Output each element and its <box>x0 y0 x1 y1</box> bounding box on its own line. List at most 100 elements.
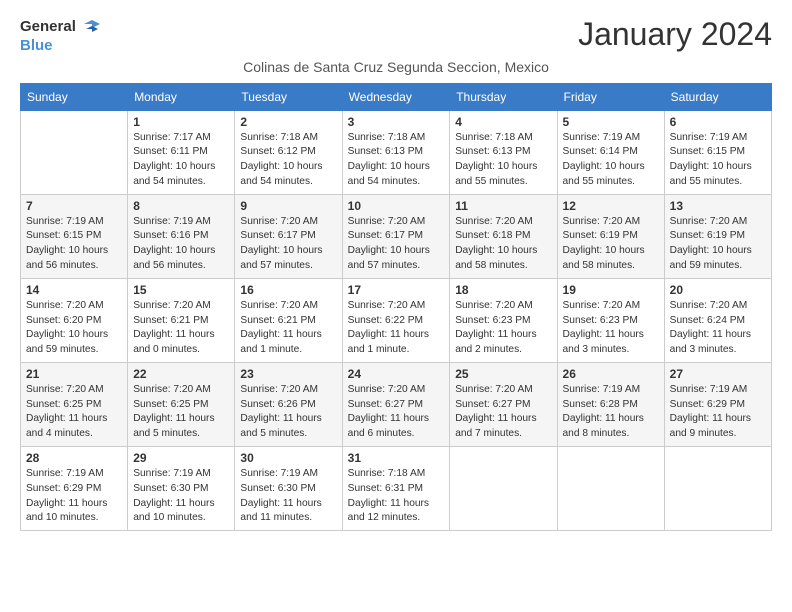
logo: General Blue <box>20 16 100 55</box>
day-number: 5 <box>563 115 659 129</box>
day-info: Sunrise: 7:19 AM Sunset: 6:15 PM Dayligh… <box>26 215 122 274</box>
col-header-tuesday: Tuesday <box>235 83 342 110</box>
day-number: 16 <box>240 283 336 297</box>
calendar-cell: 14 Sunrise: 7:20 AM Sunset: 6:20 PM Dayli… <box>21 278 128 362</box>
day-info: Sunrise: 7:17 AM Sunset: 6:11 PM Dayligh… <box>133 131 229 190</box>
calendar-cell: 11Sunrise: 7:20 AM Sunset: 6:18 PM Dayli… <box>450 194 557 278</box>
col-header-friday: Friday <box>557 83 664 110</box>
day-info: Sunrise: 7:19 AM Sunset: 6:29 PM Dayligh… <box>670 383 766 442</box>
day-number: 12 <box>563 199 659 213</box>
calendar-cell: 17 Sunrise: 7:20 AM Sunset: 6:22 PM Dayli… <box>342 278 450 362</box>
calendar-cell: 4 Sunrise: 7:18 AM Sunset: 6:13 PM Daylig… <box>450 110 557 194</box>
calendar-cell: 7 Sunrise: 7:19 AM Sunset: 6:15 PM Daylig… <box>21 194 128 278</box>
calendar-cell: 21 Sunrise: 7:20 AM Sunset: 6:25 PM Dayli… <box>21 362 128 446</box>
day-info: Sunrise: 7:20 AM Sunset: 6:27 PM Dayligh… <box>455 383 551 442</box>
day-number: 6 <box>670 115 766 129</box>
day-number: 20 <box>670 283 766 297</box>
calendar-cell: 28 Sunrise: 7:19 AM Sunset: 6:29 PM Dayli… <box>21 447 128 531</box>
day-number: 18 <box>455 283 551 297</box>
title-block: January 2024 <box>578 16 772 53</box>
day-info: Sunrise: 7:19 AM Sunset: 6:30 PM Dayligh… <box>240 467 336 526</box>
day-info: Sunrise: 7:19 AM Sunset: 6:14 PM Dayligh… <box>563 131 659 190</box>
week-row-3: 14 Sunrise: 7:20 AM Sunset: 6:20 PM Dayli… <box>21 278 772 362</box>
day-info: Sunrise: 7:18 AM Sunset: 6:13 PM Dayligh… <box>455 131 551 190</box>
week-row-1: 1 Sunrise: 7:17 AM Sunset: 6:11 PM Daylig… <box>21 110 772 194</box>
day-info: Sunrise: 7:20 AM Sunset: 6:25 PM Dayligh… <box>133 383 229 442</box>
day-number: 28 <box>26 451 122 465</box>
calendar-cell: 5 Sunrise: 7:19 AM Sunset: 6:14 PM Daylig… <box>557 110 664 194</box>
col-header-thursday: Thursday <box>450 83 557 110</box>
calendar-cell: 2 Sunrise: 7:18 AM Sunset: 6:12 PM Daylig… <box>235 110 342 194</box>
calendar-cell: 23 Sunrise: 7:20 AM Sunset: 6:26 PM Dayli… <box>235 362 342 446</box>
col-header-saturday: Saturday <box>664 83 771 110</box>
day-number: 10 <box>348 199 445 213</box>
day-info: Sunrise: 7:20 AM Sunset: 6:22 PM Dayligh… <box>348 299 445 358</box>
calendar-cell: 18 Sunrise: 7:20 AM Sunset: 6:23 PM Dayli… <box>450 278 557 362</box>
col-header-wednesday: Wednesday <box>342 83 450 110</box>
day-number: 26 <box>563 367 659 381</box>
day-number: 14 <box>26 283 122 297</box>
calendar-cell: 20Sunrise: 7:20 AM Sunset: 6:24 PM Dayli… <box>664 278 771 362</box>
day-number: 8 <box>133 199 229 213</box>
day-number: 13 <box>670 199 766 213</box>
day-info: Sunrise: 7:20 AM Sunset: 6:19 PM Dayligh… <box>563 215 659 274</box>
logo-general: General <box>20 19 76 36</box>
day-number: 23 <box>240 367 336 381</box>
subtitle: Colinas de Santa Cruz Segunda Seccion, M… <box>20 59 772 75</box>
calendar-table: SundayMondayTuesdayWednesdayThursdayFrid… <box>20 83 772 532</box>
day-info: Sunrise: 7:19 AM Sunset: 6:29 PM Dayligh… <box>26 467 122 526</box>
day-number: 22 <box>133 367 229 381</box>
calendar-cell: 19Sunrise: 7:20 AM Sunset: 6:23 PM Dayli… <box>557 278 664 362</box>
calendar-cell: 26 Sunrise: 7:19 AM Sunset: 6:28 PM Dayli… <box>557 362 664 446</box>
day-number: 4 <box>455 115 551 129</box>
day-info: Sunrise: 7:20 AM Sunset: 6:27 PM Dayligh… <box>348 383 445 442</box>
day-number: 30 <box>240 451 336 465</box>
calendar-cell: 13 Sunrise: 7:20 AM Sunset: 6:19 PM Dayli… <box>664 194 771 278</box>
week-row-4: 21 Sunrise: 7:20 AM Sunset: 6:25 PM Dayli… <box>21 362 772 446</box>
day-info: Sunrise: 7:20 AM Sunset: 6:23 PM Dayligh… <box>455 299 551 358</box>
day-info: Sunrise: 7:19 AM Sunset: 6:30 PM Dayligh… <box>133 467 229 526</box>
day-number: 19 <box>563 283 659 297</box>
calendar-cell: 27Sunrise: 7:19 AM Sunset: 6:29 PM Dayli… <box>664 362 771 446</box>
page-header: General Blue January 2024 <box>20 16 772 55</box>
week-row-5: 28 Sunrise: 7:19 AM Sunset: 6:29 PM Dayli… <box>21 447 772 531</box>
col-header-sunday: Sunday <box>21 83 128 110</box>
calendar-cell: 8 Sunrise: 7:19 AM Sunset: 6:16 PM Daylig… <box>128 194 235 278</box>
day-number: 29 <box>133 451 229 465</box>
calendar-cell <box>664 447 771 531</box>
calendar-cell: 3 Sunrise: 7:18 AM Sunset: 6:13 PM Daylig… <box>342 110 450 194</box>
day-info: Sunrise: 7:18 AM Sunset: 6:31 PM Dayligh… <box>348 467 445 526</box>
month-title: January 2024 <box>578 16 772 53</box>
day-info: Sunrise: 7:20 AM Sunset: 6:26 PM Dayligh… <box>240 383 336 442</box>
day-info: Sunrise: 7:20 AM Sunset: 6:25 PM Dayligh… <box>26 383 122 442</box>
day-number: 17 <box>348 283 445 297</box>
day-number: 1 <box>133 115 229 129</box>
calendar-cell: 12 Sunrise: 7:20 AM Sunset: 6:19 PM Dayli… <box>557 194 664 278</box>
day-number: 15 <box>133 283 229 297</box>
col-header-monday: Monday <box>128 83 235 110</box>
day-info: Sunrise: 7:20 AM Sunset: 6:21 PM Dayligh… <box>133 299 229 358</box>
day-number: 25 <box>455 367 551 381</box>
logo-bird-icon <box>78 16 100 38</box>
day-info: Sunrise: 7:18 AM Sunset: 6:12 PM Dayligh… <box>240 131 336 190</box>
day-info: Sunrise: 7:20 AM Sunset: 6:19 PM Dayligh… <box>670 215 766 274</box>
day-info: Sunrise: 7:19 AM Sunset: 6:16 PM Dayligh… <box>133 215 229 274</box>
day-info: Sunrise: 7:19 AM Sunset: 6:15 PM Dayligh… <box>670 131 766 190</box>
calendar-cell: 9Sunrise: 7:20 AM Sunset: 6:17 PM Daylig… <box>235 194 342 278</box>
day-number: 21 <box>26 367 122 381</box>
week-row-2: 7 Sunrise: 7:19 AM Sunset: 6:15 PM Daylig… <box>21 194 772 278</box>
day-info: Sunrise: 7:20 AM Sunset: 6:21 PM Dayligh… <box>240 299 336 358</box>
calendar-cell: 6 Sunrise: 7:19 AM Sunset: 6:15 PM Daylig… <box>664 110 771 194</box>
day-info: Sunrise: 7:20 AM Sunset: 6:20 PM Dayligh… <box>26 299 122 358</box>
calendar-cell <box>21 110 128 194</box>
day-info: Sunrise: 7:20 AM Sunset: 6:17 PM Dayligh… <box>348 215 445 274</box>
day-number: 3 <box>348 115 445 129</box>
calendar-cell <box>450 447 557 531</box>
day-info: Sunrise: 7:18 AM Sunset: 6:13 PM Dayligh… <box>348 131 445 190</box>
calendar-cell: 1 Sunrise: 7:17 AM Sunset: 6:11 PM Daylig… <box>128 110 235 194</box>
day-number: 31 <box>348 451 445 465</box>
day-number: 7 <box>26 199 122 213</box>
day-info: Sunrise: 7:19 AM Sunset: 6:28 PM Dayligh… <box>563 383 659 442</box>
calendar-cell: 10 Sunrise: 7:20 AM Sunset: 6:17 PM Dayli… <box>342 194 450 278</box>
day-number: 2 <box>240 115 336 129</box>
